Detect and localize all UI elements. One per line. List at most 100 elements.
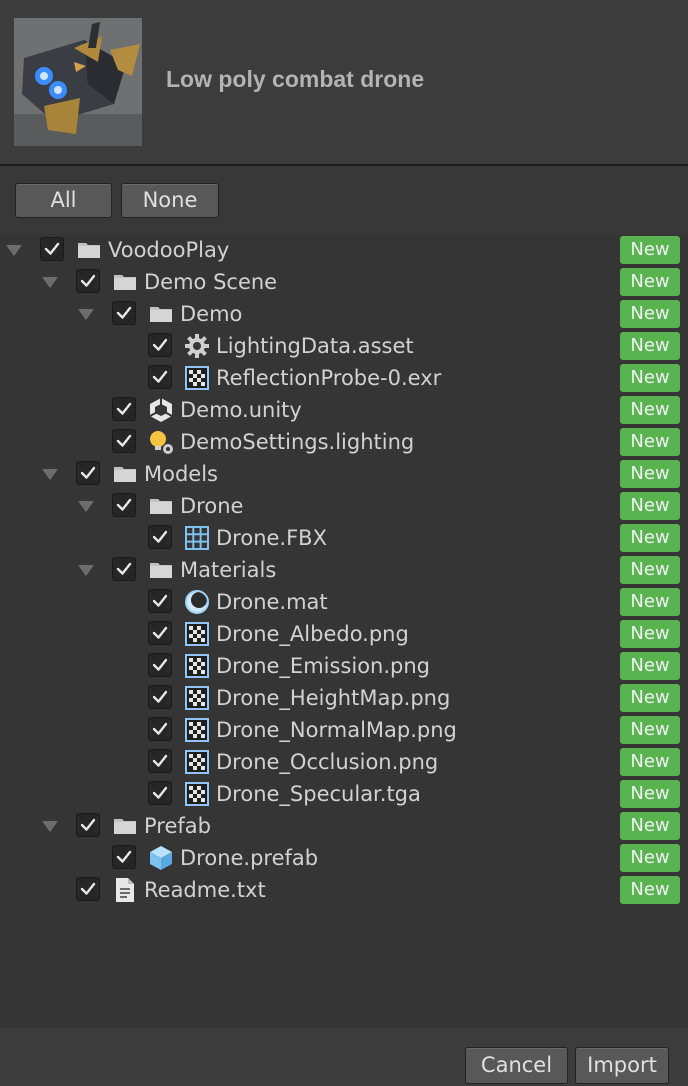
checkbox[interactable] (148, 365, 172, 389)
checkbox[interactable] (148, 781, 172, 805)
checkbox[interactable] (76, 269, 100, 293)
new-badge: New (620, 364, 680, 392)
tree-item-label: Models (144, 462, 218, 486)
select-all-button[interactable]: All (15, 183, 112, 218)
checkbox[interactable] (148, 717, 172, 741)
expand-arrow-icon[interactable] (42, 277, 58, 288)
folder-icon (112, 813, 138, 839)
new-badge: New (620, 620, 680, 648)
checkbox[interactable] (148, 685, 172, 709)
new-badge: New (620, 780, 680, 808)
cancel-button[interactable]: Cancel (465, 1047, 568, 1084)
tree-row-demosettings-lighting[interactable]: DemoSettings.lighting New (0, 426, 688, 458)
checkbox[interactable] (112, 301, 136, 325)
checkbox[interactable] (112, 557, 136, 581)
tree-row-drone-heightmap-png[interactable]: Drone_HeightMap.png New (0, 682, 688, 714)
folder-icon (76, 237, 102, 263)
new-badge: New (620, 268, 680, 296)
tree-item-label: Drone_Occlusion.png (216, 750, 439, 774)
lighting-settings-icon (148, 429, 174, 455)
tree-row-drone[interactable]: Drone New (0, 490, 688, 522)
tree-item-label: Drone_HeightMap.png (216, 686, 451, 710)
tree-row-readme-txt[interactable]: Readme.txt New (0, 874, 688, 906)
texture-icon (184, 749, 210, 775)
new-badge: New (620, 492, 680, 520)
tree-item-label: Demo Scene (144, 270, 278, 294)
new-badge: New (620, 556, 680, 584)
tree-row-drone-specular-tga[interactable]: Drone_Specular.tga New (0, 778, 688, 810)
checkbox[interactable] (112, 429, 136, 453)
tree-row-demo-scene[interactable]: Demo Scene New (0, 266, 688, 298)
new-badge: New (620, 524, 680, 552)
new-badge: New (620, 236, 680, 264)
checkbox[interactable] (148, 621, 172, 645)
checkbox[interactable] (148, 653, 172, 677)
folder-icon (112, 461, 138, 487)
text-file-icon (112, 877, 138, 903)
new-badge: New (620, 460, 680, 488)
new-badge: New (620, 332, 680, 360)
checkbox[interactable] (112, 493, 136, 517)
checkbox[interactable] (148, 589, 172, 613)
tree-item-label: Demo.unity (180, 398, 302, 422)
tree-row-drone-emission-png[interactable]: Drone_Emission.png New (0, 650, 688, 682)
tree-item-label: Drone.prefab (180, 846, 319, 870)
new-badge: New (620, 716, 680, 744)
new-badge: New (620, 748, 680, 776)
new-badge: New (620, 300, 680, 328)
new-badge: New (620, 588, 680, 616)
tree-row-demo-unity[interactable]: Demo.unity New (0, 394, 688, 426)
tree-row-drone-occlusion-png[interactable]: Drone_Occlusion.png New (0, 746, 688, 778)
checkbox[interactable] (76, 813, 100, 837)
tree-row-demo[interactable]: Demo New (0, 298, 688, 330)
checkbox[interactable] (76, 877, 100, 901)
texture-icon (184, 621, 210, 647)
tree-item-label: Drone (180, 494, 244, 518)
import-button[interactable]: Import (575, 1047, 669, 1084)
footer-bar: Cancel Import (0, 1028, 688, 1086)
checkbox[interactable] (40, 237, 64, 261)
folder-icon (148, 301, 174, 327)
expand-arrow-icon[interactable] (78, 309, 94, 320)
expand-arrow-icon[interactable] (42, 821, 58, 832)
material-sphere-icon (184, 589, 210, 615)
tree-row-prefab[interactable]: Prefab New (0, 810, 688, 842)
tree-row-models[interactable]: Models New (0, 458, 688, 490)
tree-row-drone-mat[interactable]: Drone.mat New (0, 586, 688, 618)
tree-row-reflectionprobe-0-exr[interactable]: ReflectionProbe-0.exr New (0, 362, 688, 394)
checkbox[interactable] (76, 461, 100, 485)
checkbox[interactable] (112, 845, 136, 869)
tree-row-drone-normalmap-png[interactable]: Drone_NormalMap.png New (0, 714, 688, 746)
folder-icon (148, 557, 174, 583)
expand-arrow-icon[interactable] (78, 501, 94, 512)
tree-row-lightingdata-asset[interactable]: LightingData.asset New (0, 330, 688, 362)
tree-row-materials[interactable]: Materials New (0, 554, 688, 586)
expand-arrow-icon[interactable] (6, 245, 22, 256)
tree-row-drone-albedo-png[interactable]: Drone_Albedo.png New (0, 618, 688, 650)
folder-icon (112, 269, 138, 295)
tree-item-label: Drone_Emission.png (216, 654, 430, 678)
texture-icon (184, 365, 210, 391)
tree-item-label: Readme.txt (144, 878, 266, 902)
tree-row-voodooplay[interactable]: VoodooPlay New (0, 234, 688, 266)
tree-item-label: DemoSettings.lighting (180, 430, 415, 454)
new-badge: New (620, 652, 680, 680)
new-badge: New (620, 844, 680, 872)
select-none-button[interactable]: None (121, 183, 219, 218)
expand-arrow-icon[interactable] (42, 469, 58, 480)
drone-thumbnail-icon (14, 18, 142, 146)
gear-icon (184, 333, 210, 359)
tree-item-label: Prefab (144, 814, 211, 838)
checkbox[interactable] (148, 525, 172, 549)
texture-icon (184, 781, 210, 807)
tree-item-label: Demo (180, 302, 243, 326)
tree-row-drone-prefab[interactable]: Drone.prefab New (0, 842, 688, 874)
package-title: Low poly combat drone (166, 66, 425, 92)
checkbox[interactable] (148, 333, 172, 357)
checkbox[interactable] (148, 749, 172, 773)
checkbox[interactable] (112, 397, 136, 421)
import-tree: VoodooPlay New Demo Scene New Demo New Lightin… (0, 234, 688, 1028)
tree-row-drone-fbx[interactable]: Drone.FBX New (0, 522, 688, 554)
expand-arrow-icon[interactable] (78, 565, 94, 576)
tree-item-label: LightingData.asset (216, 334, 414, 358)
